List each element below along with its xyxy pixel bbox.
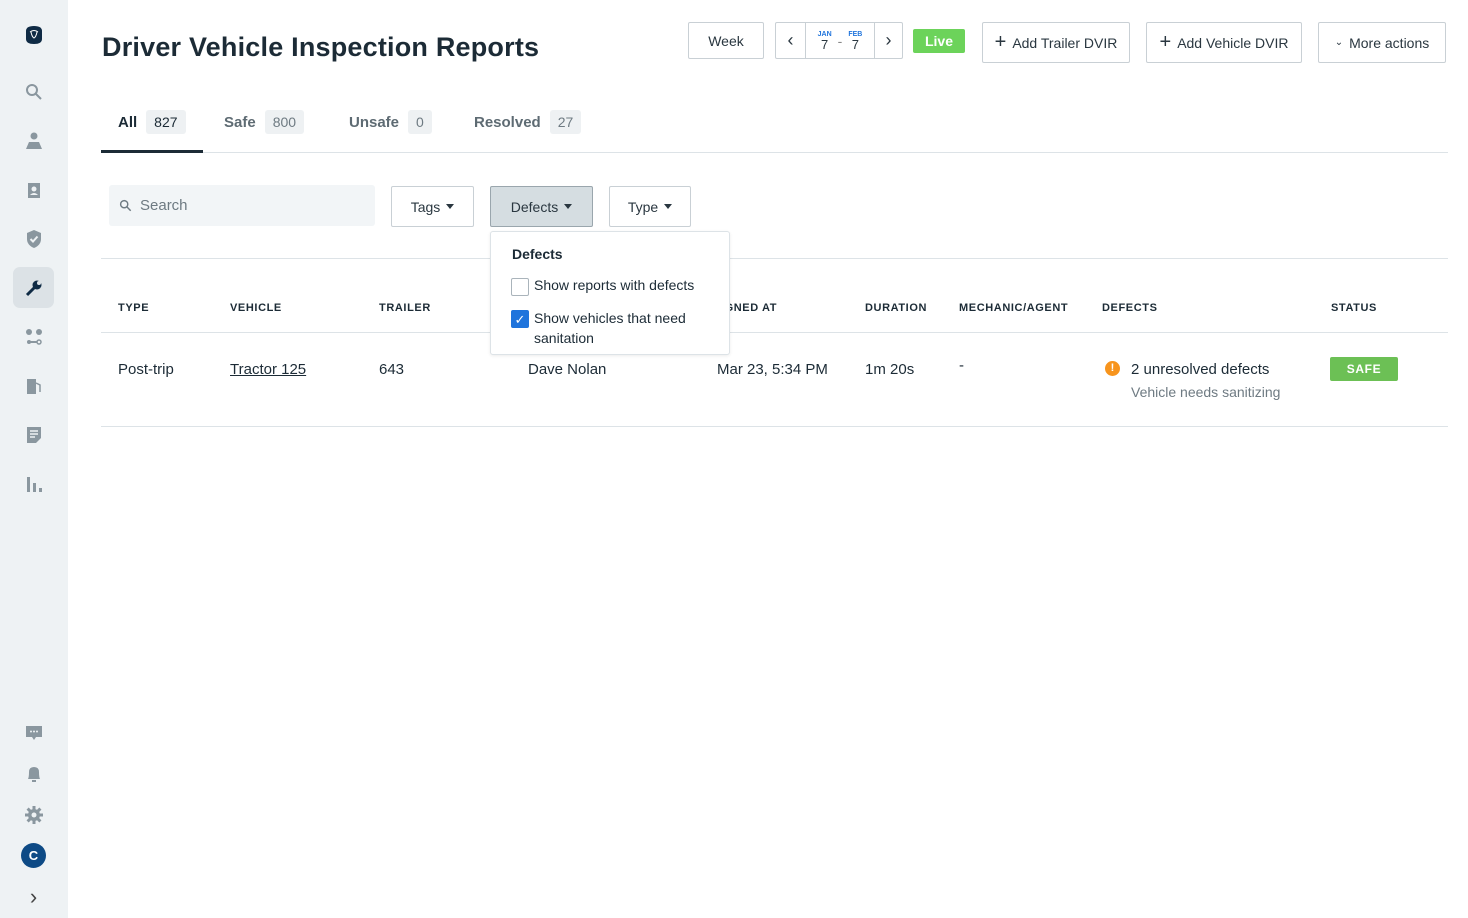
count-badge: 800 (264, 110, 305, 134)
date-range-picker: ‹ JAN 7 - FEB 7 › (775, 22, 903, 59)
caret-down-icon (664, 204, 673, 209)
cell-mechanic: - (959, 357, 964, 374)
search-input[interactable]: Search (109, 185, 375, 226)
sidebar: C › (0, 0, 68, 918)
add-vehicle-dvir-button[interactable]: + Add Vehicle DVIR (1146, 22, 1302, 63)
date-separator: - (837, 32, 843, 49)
page-title: Driver Vehicle Inspection Reports (102, 32, 540, 62)
logo-icon[interactable] (13, 14, 54, 55)
caret-down-icon (446, 204, 455, 209)
tab-unsafe[interactable]: Unsafe 0 (349, 110, 432, 134)
document-icon[interactable] (13, 414, 54, 455)
status-badge: SAFE (1330, 357, 1398, 381)
tab-safe[interactable]: Safe 800 (224, 110, 305, 134)
date-from[interactable]: JAN 7 (818, 31, 832, 51)
cell-type: Post-trip (118, 361, 174, 378)
next-range-button[interactable]: › (874, 23, 902, 58)
chat-icon[interactable] (13, 712, 54, 753)
cell-defects: 2 unresolved defects (1131, 361, 1270, 378)
defects-filter[interactable]: Defects (490, 186, 593, 227)
row-divider (101, 426, 1448, 427)
header-divider (101, 332, 1448, 333)
cell-signed-at: Mar 23, 5:34 PM (717, 361, 828, 378)
plus-icon: + (994, 31, 1007, 53)
count-badge: 827 (146, 110, 186, 134)
cell-trailer: 643 (379, 361, 405, 378)
tabs-divider (101, 152, 1448, 153)
caret-down-icon (564, 204, 573, 209)
checkbox-checked[interactable]: ✓ (511, 310, 529, 328)
type-filter[interactable]: Type (609, 186, 691, 227)
count-badge: 27 (549, 110, 582, 134)
warning-icon: ! (1105, 361, 1120, 376)
tab-resolved[interactable]: Resolved 27 (474, 110, 582, 134)
add-trailer-dvir-button[interactable]: + Add Trailer DVIR (982, 22, 1130, 63)
wrench-icon[interactable] (13, 267, 54, 308)
bell-icon[interactable] (13, 753, 54, 794)
defects-note: Vehicle needs sanitizing (1131, 384, 1281, 400)
fuel-icon[interactable] (13, 365, 54, 406)
chevron-down-icon: ⌄ (1334, 37, 1344, 48)
column-header-mechanic: MECHANIC/AGENT (959, 302, 1069, 314)
map-pin-icon[interactable] (13, 120, 54, 161)
column-header-duration: DURATION (865, 302, 928, 314)
column-header-vehicle: VEHICLE (230, 302, 282, 314)
search-icon[interactable] (13, 71, 54, 112)
defects-dropdown: Defects Show reports with defects ✓ Show… (490, 231, 730, 355)
range-mode-button[interactable]: Week (688, 22, 764, 59)
gear-icon[interactable] (13, 794, 54, 835)
cell-driver: Dave Nolan (528, 361, 607, 378)
date-range: JAN 7 - FEB 7 (806, 31, 874, 51)
cell-duration: 1m 20s (865, 361, 915, 378)
active-tab-indicator (101, 150, 203, 153)
column-header-defects: DEFECTS (1102, 302, 1158, 314)
driver-badge-icon[interactable] (13, 169, 54, 210)
shield-check-icon[interactable] (13, 218, 54, 259)
count-badge: 0 (408, 110, 432, 134)
date-to[interactable]: FEB 7 (848, 31, 862, 51)
search-icon (119, 199, 132, 212)
column-header-status: STATUS (1331, 302, 1377, 314)
table-top-divider (101, 258, 1448, 259)
route-icon[interactable] (13, 316, 54, 357)
expand-sidebar-button[interactable]: › (13, 876, 54, 917)
live-button[interactable]: Live (913, 29, 965, 53)
dropdown-title: Defects (512, 246, 563, 262)
more-actions-button[interactable]: ⌄ More actions (1318, 22, 1446, 63)
prev-range-button[interactable]: ‹ (776, 23, 806, 58)
column-header-type: TYPE (118, 302, 150, 314)
checkbox-unchecked[interactable] (511, 278, 529, 296)
vehicle-link[interactable]: Tractor 125 (230, 361, 306, 378)
avatar[interactable]: C (13, 835, 54, 876)
column-header-trailer: TRAILER (379, 302, 431, 314)
chart-icon[interactable] (13, 463, 54, 504)
plus-icon: + (1159, 31, 1172, 53)
tab-all[interactable]: All 827 (118, 110, 186, 134)
tags-filter[interactable]: Tags (391, 186, 474, 227)
